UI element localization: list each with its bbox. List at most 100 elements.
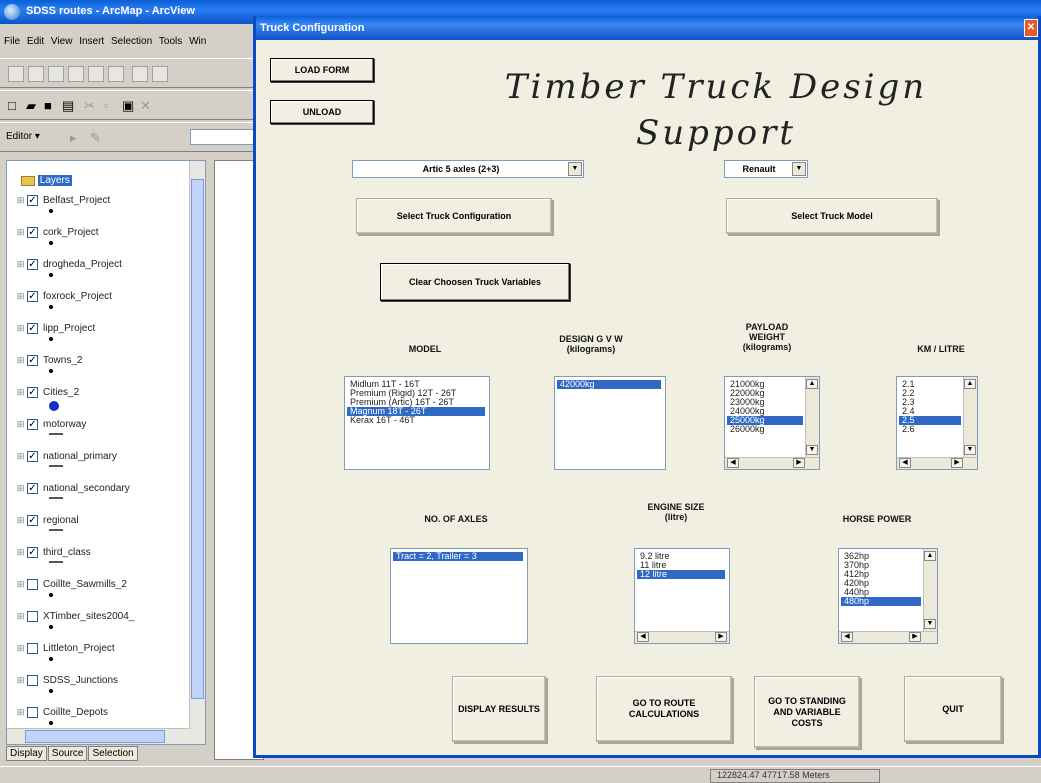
scroll-left-icon[interactable]: ◀	[727, 458, 739, 468]
menu-view[interactable]: View	[51, 36, 73, 47]
expand-icon[interactable]: ⊞	[17, 387, 25, 398]
new-document-icon[interactable]: □	[8, 98, 16, 114]
expand-icon[interactable]: ⊞	[17, 675, 25, 686]
list-item[interactable]: 480hp	[841, 597, 921, 606]
toc-vertical-scrollbar[interactable]	[189, 161, 205, 744]
full-extent-icon[interactable]	[108, 66, 124, 82]
layer-visibility-checkbox[interactable]: ✓	[27, 291, 38, 302]
forward-extent-icon[interactable]	[152, 66, 168, 82]
print-icon[interactable]: ▤	[62, 98, 74, 114]
layer-visibility-checkbox[interactable]: ✓	[27, 483, 38, 494]
layer-visibility-checkbox[interactable]	[27, 675, 38, 686]
toc-layer[interactable]: ⊞ ✓ national_secondary	[17, 483, 197, 515]
number-of-axles-listbox[interactable]: Tract = 2, Trailer = 3	[390, 548, 528, 644]
toc-layer[interactable]: ⊞ Littleton_Project	[17, 643, 197, 675]
expand-icon[interactable]: ⊞	[17, 451, 25, 462]
horse-power-horizontal-scrollbar[interactable]: ◀ ▶	[839, 631, 937, 643]
expand-icon[interactable]: ⊞	[17, 291, 25, 302]
layer-visibility-checkbox[interactable]: ✓	[27, 195, 38, 206]
expand-icon[interactable]: ⊞	[17, 419, 25, 430]
route-calculations-button[interactable]: GO TO ROUTE CALCULATIONS	[596, 676, 732, 742]
expand-icon[interactable]: ⊞	[17, 547, 25, 558]
tab-display[interactable]: Display	[6, 746, 47, 761]
km-litre-vertical-scrollbar[interactable]: ▲ ▼	[963, 377, 977, 459]
layer-visibility-checkbox[interactable]	[27, 643, 38, 654]
select-truck-configuration-button[interactable]: Select Truck Configuration	[356, 198, 552, 234]
expand-icon[interactable]: ⊞	[17, 323, 25, 334]
toc-layer[interactable]: ⊞ ✓ lipp_Project	[17, 323, 197, 355]
open-folder-icon[interactable]: ▰	[26, 98, 36, 114]
expand-icon[interactable]: ⊞	[17, 611, 25, 622]
truck-configuration-combo[interactable]: Artic 5 axles (2+3) ▼	[352, 160, 584, 178]
toc-layer[interactable]: ⊞ ✓ Belfast_Project	[17, 195, 197, 227]
chevron-down-icon[interactable]: ▼	[792, 162, 806, 176]
horse-power-vertical-scrollbar[interactable]: ▲ ▼	[923, 549, 937, 633]
layer-visibility-checkbox[interactable]: ✓	[27, 547, 38, 558]
list-item[interactable]: 42000kg	[557, 380, 661, 389]
paste-icon[interactable]: ▣	[122, 98, 134, 114]
zoom-out-icon[interactable]	[28, 66, 44, 82]
layer-visibility-checkbox[interactable]: ✓	[27, 515, 38, 526]
expand-icon[interactable]: ⊞	[17, 259, 25, 270]
pan-icon[interactable]	[88, 66, 104, 82]
expand-icon[interactable]: ⊞	[17, 195, 25, 206]
menu-tools[interactable]: Tools	[159, 36, 182, 47]
menu-file[interactable]: File	[4, 36, 20, 47]
layer-visibility-checkbox[interactable]	[27, 707, 38, 718]
expand-icon[interactable]: ⊞	[17, 707, 25, 718]
expand-icon[interactable]: ⊞	[17, 515, 25, 526]
standing-variable-costs-button[interactable]: GO TO STANDING AND VARIABLE COSTS	[754, 676, 860, 748]
unload-button[interactable]: UNLOAD	[270, 100, 374, 124]
menu-insert[interactable]: Insert	[79, 36, 104, 47]
truck-make-combo[interactable]: Renault ▼	[724, 160, 808, 178]
toc-hscroll-thumb[interactable]	[25, 730, 165, 743]
scroll-right-icon[interactable]: ▶	[909, 632, 921, 642]
scroll-up-icon[interactable]: ▲	[924, 551, 936, 561]
copy-icon[interactable]: ▫	[104, 98, 109, 114]
layer-visibility-checkbox[interactable]: ✓	[27, 227, 38, 238]
fixed-zoom-out-icon[interactable]	[68, 66, 84, 82]
toc-horizontal-scrollbar[interactable]	[7, 728, 191, 744]
scroll-left-icon[interactable]: ◀	[899, 458, 911, 468]
editor-task-field[interactable]	[190, 129, 260, 145]
chevron-down-icon[interactable]: ▼	[568, 162, 582, 176]
toc-layer[interactable]: ⊞ ✓ Cities_2	[17, 387, 197, 419]
scroll-right-icon[interactable]: ▶	[951, 458, 963, 468]
toc-layer[interactable]: ⊞ SDSS_Junctions	[17, 675, 197, 707]
load-form-button[interactable]: LOAD FORM	[270, 58, 374, 82]
scroll-up-icon[interactable]: ▲	[964, 379, 976, 389]
toc-layer[interactable]: ⊞ ✓ third_class	[17, 547, 197, 579]
horse-power-listbox[interactable]: 362hp 370hp 412hp 420hp 440hp 480hp ▲ ▼ ◀ ▶	[838, 548, 938, 644]
toc-layer[interactable]: ⊞ XTimber_sites2004_	[17, 611, 197, 643]
zoom-in-icon[interactable]	[8, 66, 24, 82]
list-item[interactable]: Kerax 16T - 46T	[347, 416, 485, 425]
delete-icon[interactable]: ✕	[140, 98, 151, 114]
layer-visibility-checkbox[interactable]: ✓	[27, 419, 38, 430]
scroll-down-icon[interactable]: ▼	[806, 445, 818, 455]
list-item[interactable]: 26000kg	[727, 425, 803, 434]
layer-visibility-checkbox[interactable]: ✓	[27, 259, 38, 270]
quit-button[interactable]: QUIT	[904, 676, 1002, 742]
km-litre-horizontal-scrollbar[interactable]: ◀ ▶	[897, 457, 977, 469]
editor-menu[interactable]: Editor ▾	[6, 131, 40, 142]
payload-horizontal-scrollbar[interactable]: ◀ ▶	[725, 457, 819, 469]
engine-size-listbox[interactable]: 9.2 litre 11 litre 12 litre ◀ ▶	[634, 548, 730, 644]
scroll-left-icon[interactable]: ◀	[841, 632, 853, 642]
sketch-tool-icon[interactable]: ✎	[90, 130, 101, 146]
toc-layer[interactable]: ⊞ ✓ drogheda_Project	[17, 259, 197, 291]
toc-layer[interactable]: ⊞ ✓ foxrock_Project	[17, 291, 197, 323]
layer-visibility-checkbox[interactable]: ✓	[27, 387, 38, 398]
toc-layer[interactable]: ⊞ ✓ national_primary	[17, 451, 197, 483]
toc-layer[interactable]: ⊞ ✓ regional	[17, 515, 197, 547]
expand-icon[interactable]: ⊞	[17, 355, 25, 366]
scroll-right-icon[interactable]: ▶	[715, 632, 727, 642]
select-truck-model-button[interactable]: Select Truck Model	[726, 198, 938, 234]
layer-visibility-checkbox[interactable]	[27, 579, 38, 590]
scroll-right-icon[interactable]: ▶	[793, 458, 805, 468]
layer-visibility-checkbox[interactable]: ✓	[27, 451, 38, 462]
expand-icon[interactable]: ⊞	[17, 643, 25, 654]
scroll-left-icon[interactable]: ◀	[637, 632, 649, 642]
layers-root[interactable]: Layers	[21, 175, 72, 189]
menu-edit[interactable]: Edit	[27, 36, 44, 47]
payload-weight-listbox[interactable]: 21000kg 22000kg 23000kg 24000kg 25000kg 26000…	[724, 376, 820, 470]
